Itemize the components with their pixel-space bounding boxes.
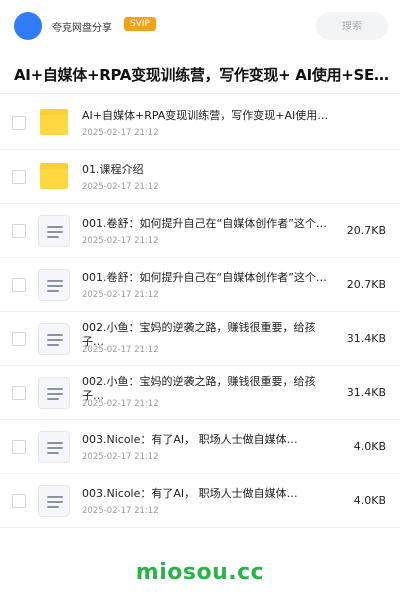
file-size: 4.0KB — [353, 440, 386, 453]
file-date: 2025-02-17 21:12 — [82, 506, 159, 516]
folder-title-row: AI+自媒体+RPA变现训练营，写作变现+ AI使用+SEO+… — [0, 60, 400, 94]
select-checkbox[interactable] — [12, 440, 26, 454]
file-size: 4.0KB — [353, 494, 386, 507]
file-row[interactable]: 001.卷舒：如何提升自己在“自媒体创作者”这个岗… 2025-02-17 21:… — [0, 258, 400, 312]
select-checkbox[interactable] — [12, 170, 26, 184]
file-date: 2025-02-17 21:12 — [82, 290, 159, 300]
file-name: 001.卷舒：如何提升自己在“自媒体创作者”这个岗… — [82, 271, 337, 284]
file-name: 01.课程介绍 — [82, 163, 144, 176]
file-size: 31.4KB — [346, 332, 386, 345]
watermark: miosou.cc — [135, 560, 265, 585]
file-name: 003.Nicole：有了AI， 职场人士做自媒体… — [82, 487, 298, 500]
document-icon — [38, 377, 70, 409]
select-checkbox[interactable] — [12, 224, 26, 238]
file-row[interactable]: 003.Nicole：有了AI， 职场人士做自媒体… 2025-02-17 21:… — [0, 474, 400, 528]
file-row[interactable]: 002.小鱼：宝妈的逆袭之路，赚钱很重要，给孩子… 2025-02-17 21:1… — [0, 312, 400, 366]
file-row[interactable]: AI+自媒体+RPA变现训练营，写作变现+AI使用… 2025-02-17 21:… — [0, 96, 400, 150]
file-name: 003.Nicole：有了AI， 职场人士做自媒体… — [82, 433, 298, 446]
file-date: 2025-02-17 21:12 — [82, 182, 159, 192]
file-row[interactable]: 001.卷舒：如何提升自己在“自媒体创作者”这个岗… 2025-02-17 21:… — [0, 204, 400, 258]
document-icon — [38, 485, 70, 517]
search-box[interactable] — [316, 12, 388, 40]
document-icon — [38, 269, 70, 301]
select-checkbox[interactable] — [12, 386, 26, 400]
file-row[interactable]: 002.小鱼：宝妈的逆袭之路，赚钱很重要，给孩子… 2025-02-17 21:1… — [0, 366, 400, 420]
svip-badge: SVIP — [124, 17, 156, 31]
file-size: 31.4KB — [346, 386, 386, 399]
page-title: AI+自媒体+RPA变现训练营，写作变现+ AI使用+SEO+… — [14, 66, 392, 84]
search-input[interactable] — [322, 20, 382, 32]
file-size: 20.7KB — [346, 224, 386, 237]
share-user-name: 夸克网盘分享 — [52, 23, 112, 34]
file-date: 2025-02-17 21:12 — [82, 399, 159, 409]
file-name: 001.卷舒：如何提升自己在“自媒体创作者”这个岗… — [82, 217, 337, 230]
file-size: 20.7KB — [346, 278, 386, 291]
file-date: 2025-02-17 21:12 — [82, 128, 159, 138]
document-icon — [38, 431, 70, 463]
select-checkbox[interactable] — [12, 278, 26, 292]
avatar[interactable] — [14, 12, 42, 40]
file-row[interactable]: 01.课程介绍 2025-02-17 21:12 — [0, 150, 400, 204]
folder-icon — [38, 161, 70, 193]
select-checkbox[interactable] — [12, 116, 26, 130]
select-checkbox[interactable] — [12, 332, 26, 346]
folder-icon — [38, 107, 70, 139]
document-icon — [38, 215, 70, 247]
file-date: 2025-02-17 21:12 — [82, 452, 159, 462]
file-date: 2025-02-17 21:12 — [82, 345, 159, 355]
select-checkbox[interactable] — [12, 494, 26, 508]
top-bar: 夸克网盘分享 SVIP — [0, 0, 400, 52]
document-icon — [38, 323, 70, 355]
file-row[interactable]: 003.Nicole：有了AI， 职场人士做自媒体… 2025-02-17 21:… — [0, 420, 400, 474]
file-date: 2025-02-17 21:12 — [82, 236, 159, 246]
file-name: AI+自媒体+RPA变现训练营，写作变现+AI使用… — [82, 109, 329, 122]
file-list: AI+自媒体+RPA变现训练营，写作变现+AI使用… 2025-02-17 21:… — [0, 96, 400, 528]
